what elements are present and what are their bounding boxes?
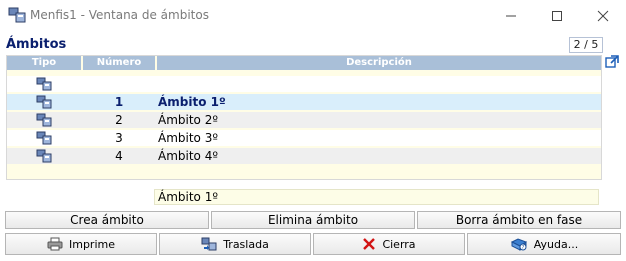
type-cell [7,94,81,110]
column-header-descripcion[interactable]: Descripción [157,56,601,70]
page-counter: 2 / 5 [569,37,603,53]
description-field[interactable]: Ámbito 1º [154,189,599,205]
numero-cell: 4 [115,149,123,163]
close-label: Cierra [382,237,416,251]
move-icon [201,237,217,251]
red-x-icon [363,238,376,250]
window-title: Menfis1 - Ventana de ámbitos [30,8,209,22]
table-row[interactable] [7,76,601,92]
svg-text:?: ? [521,245,524,251]
column-header-tipo[interactable]: Tipo [7,56,81,70]
clear-phase-label: Borra ámbito en fase [455,213,583,227]
delete-ambito-label: Elimina ámbito [267,213,359,227]
print-button[interactable]: Imprime [5,233,157,255]
close-window-button[interactable] [580,0,626,31]
column-header-numero[interactable]: Número [83,56,155,70]
descripcion-cell [157,76,602,92]
section-title: Ámbitos [6,37,67,52]
descripcion-cell: Ámbito 1º [158,95,226,109]
descripcion-cell: Ámbito 4º [158,149,218,163]
type-cell [7,112,81,128]
ambito-type-icon [36,131,52,145]
print-label: Imprime [68,237,115,251]
table-row[interactable]: 3 Ámbito 3º [7,130,601,146]
minimize-icon [506,15,516,16]
close-button[interactable]: Cierra [313,233,465,255]
move-label: Traslada [223,237,269,251]
popout-icon[interactable] [605,55,619,69]
close-icon [597,10,609,21]
descripcion-cell: Ámbito 3º [158,131,218,145]
numero-cell: 3 [115,131,123,145]
minimize-button[interactable] [488,0,534,31]
ambito-type-icon [36,113,52,127]
ambito-type-icon [36,95,52,109]
help-button[interactable]: ? Ayuda... [467,233,621,255]
type-cell [7,148,81,164]
create-ambito-button[interactable]: Crea ámbito [5,211,209,229]
type-cell [7,76,81,92]
numero-cell: 2 [115,113,123,127]
descripcion-cell: Ámbito 2º [158,113,218,127]
table-row[interactable]: 4 Ámbito 4º [7,148,601,164]
ambito-type-icon [36,77,52,91]
numero-cell: 1 [114,95,124,109]
help-label: Ayuda... [533,237,579,251]
table-row[interactable]: 2 Ámbito 2º [7,112,601,128]
app-icon [8,7,26,23]
printer-icon [47,237,63,251]
maximize-icon [552,10,562,21]
help-book-icon: ? [510,238,527,251]
ambito-type-icon [36,149,52,163]
delete-ambito-button[interactable]: Elimina ámbito [211,211,415,229]
ambitos-grid: Tipo Número Descripción 1 Ámbito 1º 2 Ám… [6,55,602,180]
create-ambito-label: Crea ámbito [70,213,144,227]
numero-cell [83,76,155,92]
table-row-selected[interactable]: 1 Ámbito 1º [7,94,601,110]
maximize-button[interactable] [534,0,580,31]
type-cell [7,130,81,146]
move-button[interactable]: Traslada [159,233,311,255]
clear-phase-button[interactable]: Borra ámbito en fase [417,211,621,229]
